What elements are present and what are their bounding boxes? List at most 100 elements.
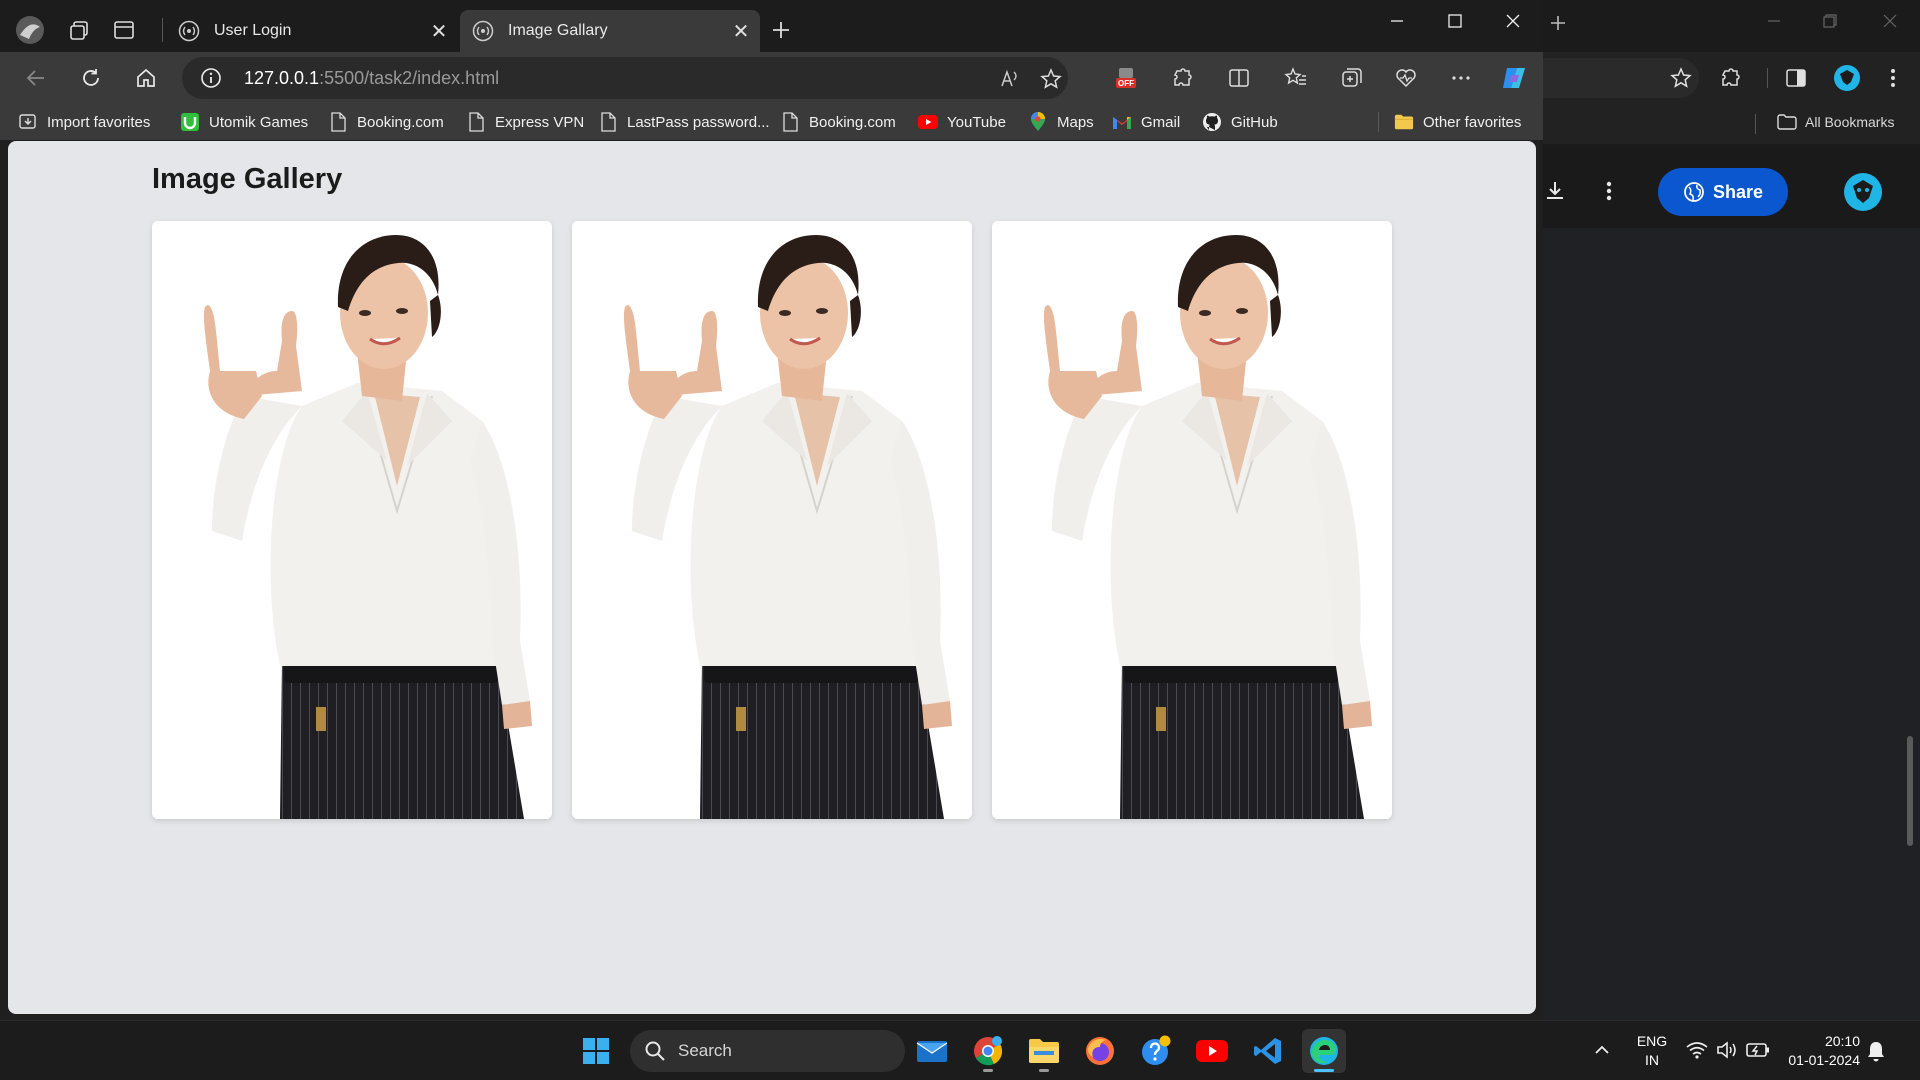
tab-user-login[interactable]: User Login ✕ xyxy=(166,10,458,52)
gallery-card-1[interactable] xyxy=(152,221,552,819)
extensions-button[interactable] xyxy=(1166,62,1198,94)
split-screen-icon xyxy=(1229,69,1249,87)
clock[interactable]: 20:10 01-01-2024 xyxy=(1776,1032,1860,1070)
tab-label: User Login xyxy=(214,22,292,39)
bg-minimize-button[interactable] xyxy=(1767,14,1781,28)
settings-more-button[interactable] xyxy=(1445,62,1477,94)
favorite-lastpass[interactable]: LastPass password... xyxy=(598,110,770,134)
vertical-tabs-button[interactable] xyxy=(106,12,142,48)
workspaces-button[interactable] xyxy=(62,12,98,48)
tab-image-gallery[interactable]: Image Gallary ✕ xyxy=(460,10,760,52)
taskbar-search[interactable]: Search xyxy=(630,1030,905,1072)
wifi-icon[interactable] xyxy=(1686,1041,1708,1059)
gallery-card-3[interactable] xyxy=(992,221,1392,819)
gallery-card-2[interactable] xyxy=(572,221,972,819)
start-button[interactable] xyxy=(574,1029,618,1073)
favorites-bar: Import favorites Utomik Games Booking.co… xyxy=(0,104,1543,140)
close-tab-icon[interactable]: ✕ xyxy=(730,20,752,43)
favorite-other-favorites[interactable]: Other favorites xyxy=(1394,110,1521,134)
bookmarks-separator xyxy=(1755,114,1756,134)
minimize-button[interactable] xyxy=(1368,0,1426,42)
profile-avatar-icon[interactable] xyxy=(1833,64,1861,92)
new-tab-button[interactable] xyxy=(1549,14,1573,38)
language-indicator[interactable]: ENG IN xyxy=(1632,1032,1672,1070)
more-vertical-icon[interactable] xyxy=(1889,67,1897,89)
download-icon[interactable] xyxy=(1544,180,1566,202)
share-button[interactable]: Share xyxy=(1658,168,1788,216)
favorite-booking-2[interactable]: Booking.com xyxy=(780,110,896,134)
clock-time: 20:10 xyxy=(1824,1033,1860,1049)
profile-avatar[interactable] xyxy=(12,12,48,48)
bg-restore-button[interactable] xyxy=(1823,14,1837,28)
favorite-express-vpn[interactable]: Express VPN xyxy=(466,110,584,134)
favorite-label: YouTube xyxy=(947,113,1006,131)
close-icon xyxy=(1506,14,1520,28)
favorite-label: Import favorites xyxy=(47,113,151,131)
vscode-icon xyxy=(1254,1038,1281,1064)
bg-page-content: Share xyxy=(1543,146,1920,1020)
side-panel-icon[interactable] xyxy=(1785,67,1807,89)
search-icon xyxy=(645,1041,665,1061)
tab-actions-icon xyxy=(114,21,134,39)
bg-close-button[interactable] xyxy=(1883,14,1897,28)
more-vertical-icon[interactable] xyxy=(1605,180,1613,202)
favorite-label: Gmail xyxy=(1141,113,1181,131)
copilot-button[interactable] xyxy=(1498,62,1530,94)
favorite-label: Express VPN xyxy=(495,113,585,131)
volume-icon[interactable] xyxy=(1716,1040,1738,1060)
bookmark-star-icon[interactable] xyxy=(1670,67,1692,89)
all-bookmarks[interactable]: All Bookmarks xyxy=(1777,114,1894,130)
mail-icon xyxy=(916,1041,948,1062)
maximize-icon xyxy=(1448,14,1462,28)
home-button[interactable] xyxy=(128,60,164,96)
taskbar-get-help[interactable] xyxy=(1134,1029,1178,1073)
edge-icon xyxy=(1310,1037,1338,1065)
utomik-icon xyxy=(180,112,200,132)
taskbar-mail[interactable] xyxy=(910,1029,954,1073)
bg-address-bar[interactable] xyxy=(1543,58,1699,98)
favorites-button[interactable] xyxy=(1280,62,1312,94)
windows-taskbar: Search ENG IN 20:10 01-01-2024 xyxy=(0,1020,1920,1080)
globe-icon xyxy=(1684,182,1704,202)
chrome-icon xyxy=(974,1036,1003,1066)
taskbar-youtube[interactable] xyxy=(1190,1029,1234,1073)
taskbar-chrome[interactable] xyxy=(966,1029,1010,1073)
collections-button[interactable] xyxy=(1336,62,1368,94)
favorite-utomik-games[interactable]: Utomik Games xyxy=(180,110,308,134)
page-icon xyxy=(466,112,486,132)
battery-icon[interactable] xyxy=(1746,1041,1770,1059)
scrollbar-thumb[interactable] xyxy=(1907,736,1913,846)
taskbar-edge[interactable] xyxy=(1302,1029,1346,1073)
url-text[interactable]: 127.0.0.1:5500/task2/index.html xyxy=(244,68,499,89)
maximize-button[interactable] xyxy=(1426,0,1484,42)
taskbar-file-explorer[interactable] xyxy=(1022,1029,1066,1073)
favorite-youtube[interactable]: YouTube xyxy=(918,110,1006,134)
folder-icon xyxy=(1777,114,1797,130)
notification-bell-icon[interactable] xyxy=(1866,1040,1886,1062)
extensions-puzzle-icon[interactable] xyxy=(1719,67,1741,89)
page-icon xyxy=(780,112,800,132)
taskbar-firefox[interactable] xyxy=(1078,1029,1122,1073)
close-window-button[interactable] xyxy=(1484,0,1542,42)
broadcast-icon xyxy=(472,20,494,42)
split-screen-button[interactable] xyxy=(1223,62,1255,94)
site-info-icon[interactable] xyxy=(200,67,222,89)
read-aloud-icon[interactable] xyxy=(997,66,1023,92)
new-tab-button[interactable] xyxy=(763,12,799,48)
chevron-up-icon[interactable] xyxy=(1594,1045,1610,1055)
close-tab-icon[interactable]: ✕ xyxy=(428,20,450,43)
tracker-blocker-extension[interactable]: OFF xyxy=(1110,62,1142,94)
favorite-booking-1[interactable]: Booking.com xyxy=(328,110,444,134)
favorite-github[interactable]: GitHub xyxy=(1202,110,1278,134)
favorite-star-icon[interactable] xyxy=(1038,66,1064,92)
bg-bookmarks-bar: All Bookmarks xyxy=(1543,104,1920,144)
profile-avatar-icon[interactable] xyxy=(1843,172,1883,212)
taskbar-vscode[interactable] xyxy=(1246,1029,1290,1073)
favorite-maps[interactable]: Maps xyxy=(1028,110,1094,134)
refresh-button[interactable] xyxy=(73,60,109,96)
favorite-gmail[interactable]: Gmail xyxy=(1112,110,1180,134)
back-button[interactable] xyxy=(18,60,54,96)
browser-essentials-button[interactable] xyxy=(1390,62,1422,94)
address-bar[interactable]: 127.0.0.1:5500/task2/index.html xyxy=(182,57,1068,99)
favorite-import-favorites[interactable]: Import favorites xyxy=(18,110,150,134)
